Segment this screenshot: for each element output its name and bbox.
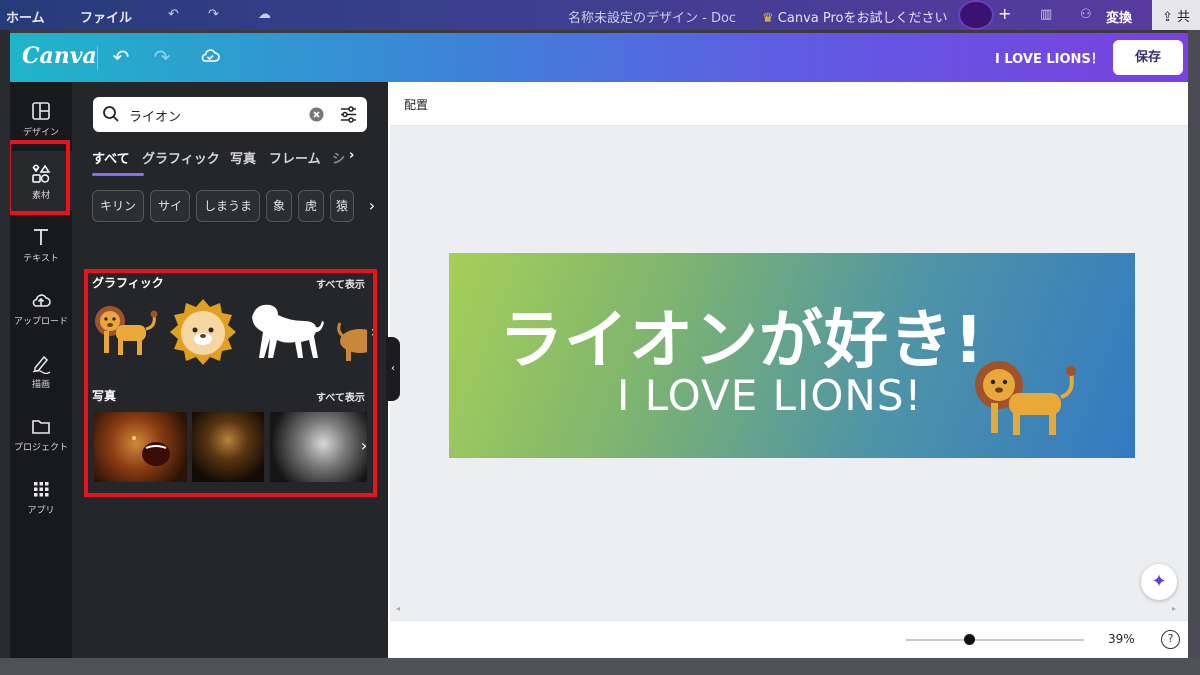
draw-icon bbox=[32, 355, 51, 374]
tab-photos[interactable]: 写真 bbox=[230, 148, 256, 167]
scroll-left-icon[interactable]: ◂ bbox=[396, 604, 400, 613]
rail-item-design[interactable]: デザイン bbox=[10, 88, 72, 148]
cloud-save-icon[interactable] bbox=[198, 45, 222, 69]
bg-plus-icon[interactable]: + bbox=[998, 4, 1011, 23]
tab-graphics[interactable]: グラフィック bbox=[142, 148, 220, 167]
rail-label: 描画 bbox=[31, 380, 50, 390]
magic-assistant-icon[interactable]: ✦ bbox=[1141, 564, 1177, 600]
upload-icon bbox=[32, 294, 51, 307]
collapse-panel-icon[interactable]: ‹ bbox=[386, 337, 400, 401]
rail-item-apps[interactable]: アプリ bbox=[10, 466, 72, 526]
bg-pro-offer[interactable]: ♛ Canva Proをお試しください bbox=[762, 7, 948, 26]
help-icon[interactable]: ? bbox=[1161, 630, 1180, 649]
bottom-bar: 39% ? bbox=[390, 620, 1188, 658]
rail-item-upload[interactable]: アップロード bbox=[10, 277, 72, 337]
tab-more-fade: シ bbox=[332, 152, 346, 167]
tabs-next-icon[interactable]: › bbox=[349, 148, 354, 163]
suggestion-chip[interactable]: 虎 bbox=[298, 190, 324, 222]
bg-bottom-strip bbox=[0, 658, 1200, 675]
background-app-bar: ホーム ファイル ↶ ↷ ☁ 名称未設定のデザイン - Doc ♛ Canva … bbox=[0, 0, 1200, 30]
rail-label: アプリ bbox=[27, 506, 55, 516]
bg-present-icon[interactable]: ⚇ bbox=[1080, 7, 1092, 22]
design-heading-en[interactable]: I LOVE LIONS! bbox=[617, 371, 922, 420]
bg-cloud-icon: ☁ bbox=[258, 7, 271, 22]
design-lion-graphic[interactable] bbox=[963, 353, 1083, 443]
filter-icon[interactable] bbox=[339, 105, 358, 124]
divider bbox=[97, 46, 98, 70]
active-tab-indicator bbox=[92, 173, 144, 176]
clear-search-icon[interactable] bbox=[309, 107, 324, 122]
design-page[interactable]: ライオンが好き! I LOVE LIONS! bbox=[449, 253, 1135, 458]
suggestion-chip[interactable]: キリン bbox=[92, 190, 144, 222]
suggestion-chip[interactable]: サイ bbox=[150, 190, 190, 222]
search-input[interactable]: ライオン bbox=[129, 106, 181, 125]
chips-next-icon[interactable]: › bbox=[362, 196, 382, 216]
rail-label: テキスト bbox=[23, 254, 59, 264]
share-icon: ⇪ bbox=[1162, 10, 1173, 25]
elements-panel: ライオン すべて グラフィック 写真 フレーム シ › キリン サイ しまうま … bbox=[72, 82, 388, 658]
zoom-slider-knob[interactable] bbox=[964, 634, 975, 645]
position-button[interactable]: 配置 bbox=[404, 96, 428, 113]
context-toolbar: 配置 bbox=[390, 82, 1188, 126]
design-title[interactable]: I LOVE LIONS！ bbox=[995, 48, 1104, 67]
bg-redo-icon[interactable]: ↷ bbox=[208, 7, 219, 22]
rail-item-text[interactable]: テキスト bbox=[10, 214, 72, 274]
redo-icon[interactable]: ↷ bbox=[150, 45, 174, 69]
search-bar[interactable]: ライオン bbox=[93, 97, 367, 132]
top-bar: Canva ↶ ↷ I LOVE LIONS！ 保存 bbox=[10, 33, 1188, 82]
rail-label: アップロード bbox=[13, 317, 68, 327]
rail-label: プロジェクト bbox=[13, 443, 68, 453]
text-icon bbox=[34, 229, 48, 245]
rail-label: デザイン bbox=[22, 128, 59, 138]
canva-window: Canva ↶ ↷ I LOVE LIONS！ 保存 デザイン 素材 テキスト … bbox=[10, 33, 1188, 658]
bg-avatar[interactable] bbox=[958, 0, 994, 30]
canva-logo[interactable]: Canva bbox=[22, 43, 97, 69]
tab-all[interactable]: すべて bbox=[92, 148, 130, 167]
suggestion-chip[interactable]: しまうま bbox=[196, 190, 260, 222]
bg-convert-label[interactable]: 変換 bbox=[1106, 7, 1132, 26]
save-button[interactable]: 保存 bbox=[1113, 40, 1183, 75]
folder-icon bbox=[32, 420, 50, 434]
zoom-slider-track[interactable] bbox=[906, 639, 1084, 641]
bg-share-button[interactable]: ⇪ 共 bbox=[1152, 0, 1200, 30]
rail-item-draw[interactable]: 描画 bbox=[10, 340, 72, 400]
highlight-box-results bbox=[84, 269, 377, 497]
horizontal-scrollbar[interactable]: ◂ ▸ bbox=[396, 604, 1182, 614]
scroll-right-icon[interactable]: ▸ bbox=[1172, 604, 1176, 613]
rail-item-projects[interactable]: プロジェクト bbox=[10, 403, 72, 463]
bg-home-link[interactable]: ホーム bbox=[6, 7, 45, 26]
tab-frames[interactable]: フレーム bbox=[269, 148, 321, 167]
bg-right-strip bbox=[1188, 30, 1200, 658]
highlight-box-elements bbox=[10, 140, 70, 215]
layout-icon bbox=[32, 102, 50, 120]
zoom-level[interactable]: 39% bbox=[1108, 632, 1135, 646]
bg-analytics-icon[interactable]: ▥ bbox=[1040, 7, 1052, 22]
bg-file-menu[interactable]: ファイル bbox=[80, 7, 132, 26]
search-icon bbox=[103, 106, 119, 122]
left-rail: デザイン 素材 テキスト アップロード 描画 プロジェクト アプリ bbox=[10, 82, 72, 658]
crown-icon: ♛ bbox=[762, 11, 778, 26]
bg-left-strip bbox=[0, 30, 10, 675]
apps-icon bbox=[34, 482, 49, 497]
canvas-area: 配置 ライオンが好き! I LOVE LIONS! ✦ ◂ ▸ 39% ? bbox=[390, 82, 1188, 658]
suggestion-chip[interactable]: 猿 bbox=[330, 190, 354, 222]
suggestion-chip[interactable]: 象 bbox=[266, 190, 292, 222]
bg-undo-icon[interactable]: ↶ bbox=[168, 7, 179, 22]
bg-doc-title[interactable]: 名称未設定のデザイン - Doc bbox=[568, 7, 736, 26]
undo-icon[interactable]: ↶ bbox=[109, 45, 133, 69]
design-heading-jp[interactable]: ライオンが好き! bbox=[499, 289, 984, 381]
